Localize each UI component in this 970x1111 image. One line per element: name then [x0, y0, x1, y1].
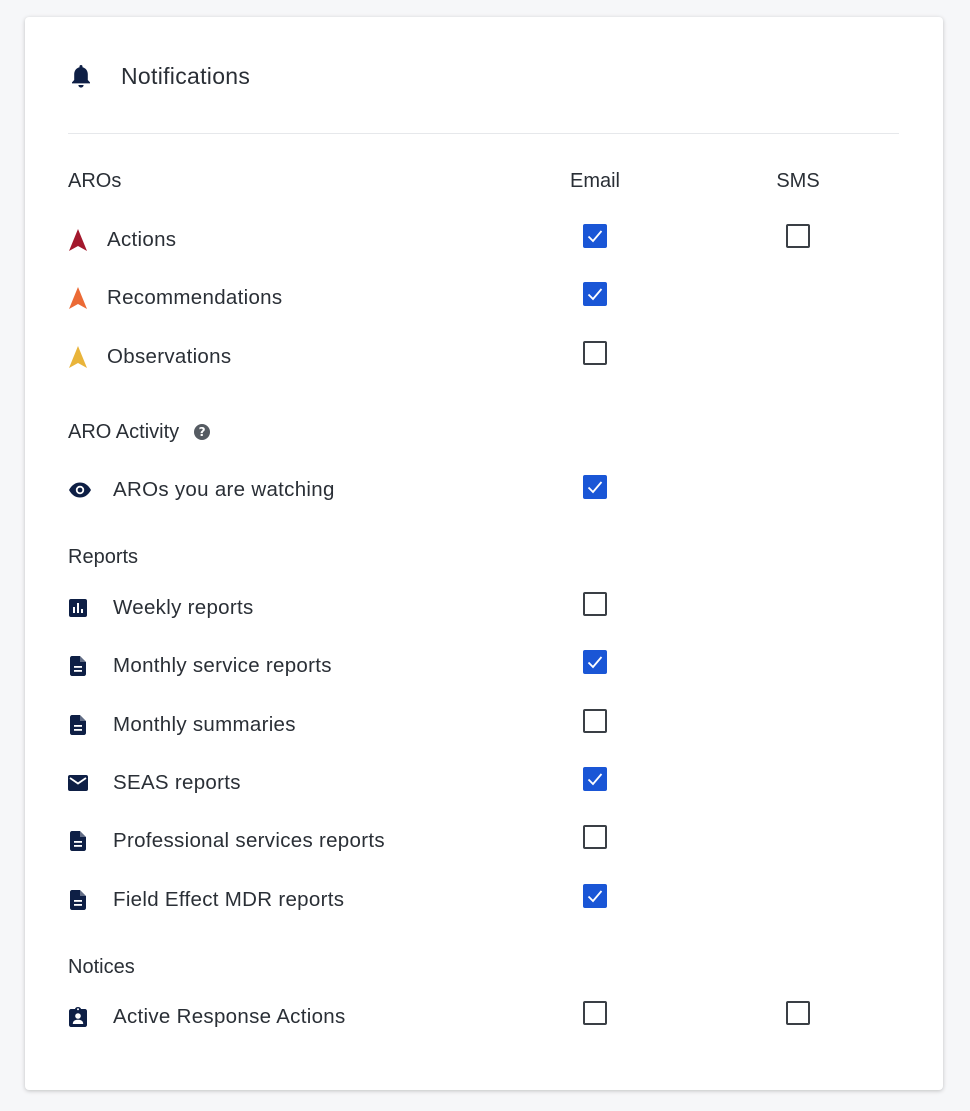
eye-icon [68, 475, 92, 505]
sms-checkbox-active-response-actions[interactable] [786, 1001, 810, 1025]
row-observations: Observations [68, 342, 231, 372]
arrow-up-red-icon [68, 225, 88, 255]
email-checkbox-active-response-actions[interactable] [583, 1001, 607, 1025]
section-title-reports: Reports [68, 545, 139, 568]
row-label: SEAS reports [113, 771, 241, 794]
sms-checkbox-actions[interactable] [786, 224, 810, 248]
document-icon [68, 826, 88, 856]
section-title-text: ARO Activity [68, 420, 180, 443]
row-label: Monthly summaries [113, 713, 296, 736]
row-label: Weekly reports [113, 596, 254, 619]
column-header-email: Email [569, 170, 620, 192]
bar-chart-icon [68, 593, 88, 623]
notifications-card: Notifications AROs Email SMS Actions Rec… [25, 17, 943, 1090]
row-professional-services-reports: Professional services reports [68, 826, 385, 856]
row-field-effect-mdr-reports: Field Effect MDR reports [68, 885, 344, 915]
page-title: Notifications [121, 62, 251, 89]
email-checkbox-monthly-service-reports[interactable] [583, 650, 607, 674]
email-checkbox-weekly-reports[interactable] [583, 592, 607, 616]
email-checkbox-recommendations[interactable] [583, 282, 607, 306]
section-title-aro-activity: ARO Activity ? [68, 419, 211, 445]
row-label: Observations [107, 345, 232, 368]
row-aros-watching: AROs you are watching [68, 475, 335, 505]
row-actions: Actions [68, 225, 176, 255]
section-title-notices: Notices [68, 955, 135, 978]
document-icon [68, 885, 88, 915]
email-checkbox-professional-services-reports[interactable] [583, 825, 607, 849]
row-monthly-service-reports: Monthly service reports [68, 651, 332, 681]
row-label: Active Response Actions [113, 1005, 346, 1028]
email-checkbox-monthly-summaries[interactable] [583, 709, 607, 733]
arrow-up-yellow-icon [68, 342, 88, 372]
row-seas-reports: SEAS reports [68, 768, 241, 798]
bell-icon [68, 61, 94, 91]
arrow-up-orange-icon [68, 283, 88, 313]
row-monthly-summaries: Monthly summaries [68, 710, 296, 740]
email-checkbox-actions[interactable] [583, 224, 607, 248]
email-checkbox-seas-reports[interactable] [583, 767, 607, 791]
column-header-sms: SMS [776, 170, 820, 192]
email-checkbox-observations[interactable] [583, 341, 607, 365]
email-checkbox-field-effect-mdr-reports[interactable] [583, 884, 607, 908]
envelope-icon [68, 768, 88, 798]
header-divider [68, 133, 899, 134]
help-circle-icon[interactable]: ? [194, 424, 211, 440]
row-label: Professional services reports [113, 829, 385, 852]
row-label: Field Effect MDR reports [113, 888, 345, 911]
row-weekly-reports: Weekly reports [68, 593, 254, 623]
row-label: AROs you are watching [113, 478, 335, 501]
section-title-aros: AROs [68, 169, 122, 192]
email-checkbox-aros-watching[interactable] [583, 475, 607, 499]
clipboard-user-icon [68, 1002, 88, 1032]
document-icon [68, 651, 88, 681]
row-label: Recommendations [107, 286, 283, 309]
row-label: Monthly service reports [113, 654, 332, 677]
card-header: Notifications [68, 61, 250, 91]
document-icon [68, 710, 88, 740]
row-label: Actions [107, 228, 177, 251]
row-active-response-actions: Active Response Actions [68, 1002, 346, 1032]
row-recommendations: Recommendations [68, 283, 282, 313]
